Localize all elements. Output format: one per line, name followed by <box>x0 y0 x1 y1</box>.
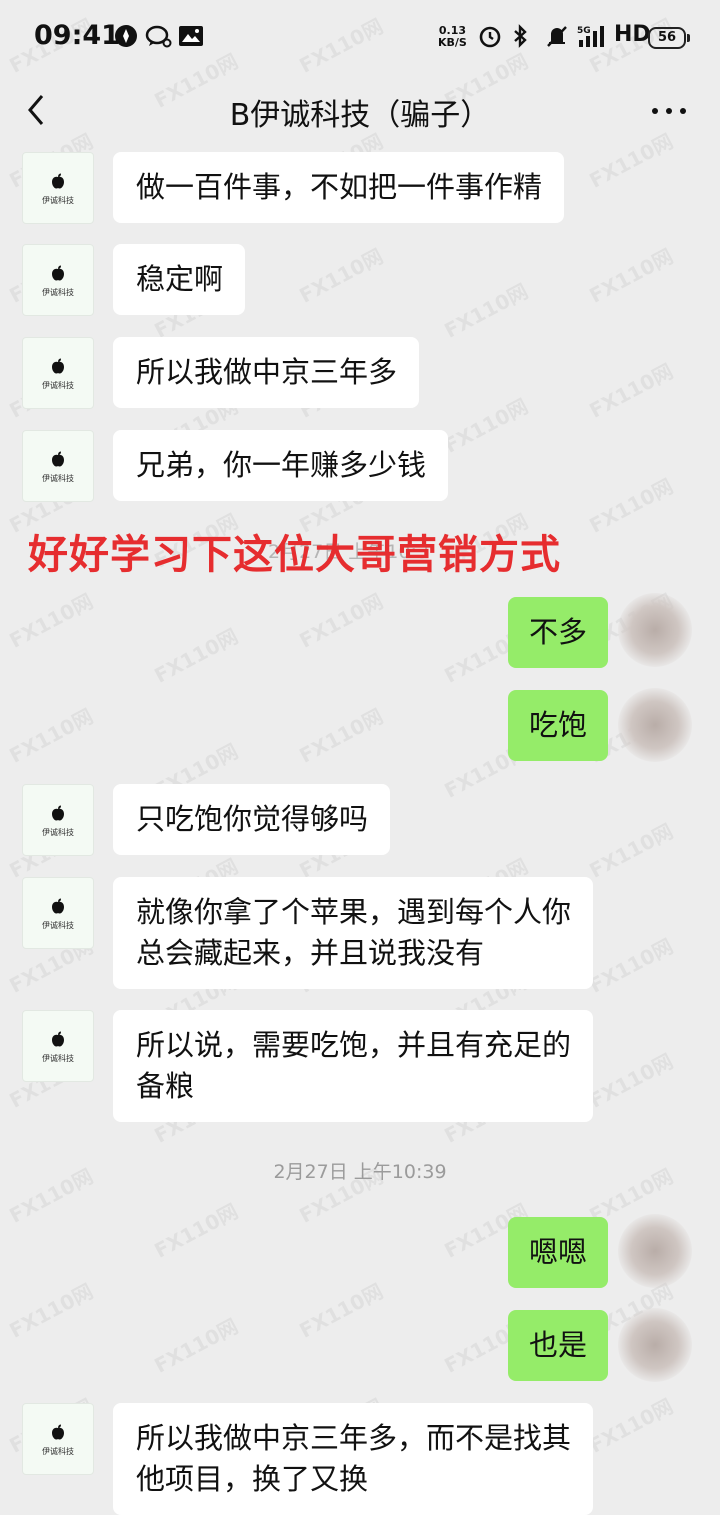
watermark: FX110网 <box>5 588 97 653</box>
watermark: FX110网 <box>295 703 387 768</box>
my-message-bubble[interactable]: 不多 <box>507 597 608 668</box>
message-bubble[interactable]: 兄弟，你一年赚多少钱 <box>113 430 449 501</box>
apple-logo-icon <box>52 265 64 281</box>
watermark: FX110网 <box>295 588 387 653</box>
avatar-label: 伊诚科技 <box>42 921 74 930</box>
alarm-icon <box>479 26 501 48</box>
contact-avatar[interactable]: 伊诚科技 <box>22 244 94 316</box>
apple-logo-icon <box>52 1424 64 1440</box>
apple-logo-icon <box>52 173 64 189</box>
watermark: FX110网 <box>440 278 532 343</box>
avatar-label: 伊诚科技 <box>42 474 74 483</box>
mute-icon <box>547 26 567 47</box>
watermark: FX110网 <box>5 1278 97 1343</box>
contact-avatar[interactable]: 伊诚科技 <box>22 152 94 224</box>
my-message-bubble[interactable]: 也是 <box>507 1310 608 1381</box>
chat-header: B伊诚科技（骗子） <box>0 76 720 142</box>
avatar-label: 伊诚科技 <box>42 1447 74 1456</box>
watermark: FX110网 <box>585 1393 677 1458</box>
message-bubble[interactable]: 所以我做中京三年多，而不是找其 他项目，换了又换 <box>113 1403 594 1515</box>
bluetooth-icon <box>514 24 527 48</box>
watermark: FX110网 <box>5 703 97 768</box>
my-avatar-blurred[interactable] <box>618 1214 692 1288</box>
contact-avatar[interactable]: 伊诚科技 <box>22 430 94 502</box>
watermark: FX110网 <box>585 473 677 538</box>
contact-avatar[interactable]: 伊诚科技 <box>22 784 94 856</box>
network-speed: 0.13 KB/S <box>438 24 467 49</box>
compass-icon <box>115 25 137 47</box>
battery-indicator: 56 <box>648 27 690 49</box>
avatar-label: 伊诚科技 <box>42 196 74 205</box>
contact-avatar[interactable]: 伊诚科技 <box>22 1403 94 1475</box>
watermark: FX110网 <box>150 623 242 688</box>
message-bubble[interactable]: 做一百件事，不如把一件事作精 <box>113 152 565 223</box>
contact-avatar[interactable]: 伊诚科技 <box>22 1010 94 1082</box>
watermark: FX110网 <box>585 818 677 883</box>
watermark: FX110网 <box>150 1198 242 1263</box>
watermark: FX110网 <box>295 243 387 308</box>
apple-logo-icon <box>52 1031 64 1047</box>
apple-logo-icon <box>52 451 64 467</box>
watermark: FX110网 <box>150 1313 242 1378</box>
watermark: FX110网 <box>585 1048 677 1113</box>
status-bar: 09:41 0.13 KB/S 5G HD 56 <box>0 0 720 76</box>
message-bubble[interactable]: 就像你拿了个苹果，遇到每个人你 总会藏起来，并且说我没有 <box>113 877 594 989</box>
message-bubble[interactable]: 只吃饱你觉得够吗 <box>113 784 391 855</box>
my-message-bubble[interactable]: 吃饱 <box>507 690 608 761</box>
watermark: FX110网 <box>295 1278 387 1343</box>
apple-logo-icon <box>52 358 64 374</box>
message-bubble[interactable]: 稳定啊 <box>113 244 246 315</box>
my-avatar-blurred[interactable] <box>618 688 692 762</box>
contact-avatar[interactable]: 伊诚科技 <box>22 877 94 949</box>
apple-logo-icon <box>52 805 64 821</box>
signal-icon: 5G <box>577 26 604 47</box>
message-bubble[interactable]: 所以说，需要吃饱，并且有充足的 备粮 <box>113 1010 594 1122</box>
contact-avatar[interactable]: 伊诚科技 <box>22 337 94 409</box>
watermark: FX110网 <box>585 243 677 308</box>
my-message-bubble[interactable]: 嗯嗯 <box>507 1217 608 1288</box>
my-avatar-blurred[interactable] <box>618 1308 692 1382</box>
chat-title: B伊诚科技（骗子） <box>229 98 491 133</box>
image-icon <box>179 26 203 46</box>
avatar-label: 伊诚科技 <box>42 381 74 390</box>
watermark: FX110网 <box>440 393 532 458</box>
overlay-caption: 好好学习下这位大哥营销方式 <box>28 532 561 578</box>
apple-logo-icon <box>52 898 64 914</box>
avatar-label: 伊诚科技 <box>42 828 74 837</box>
chat-bubble-icon <box>145 25 172 48</box>
svg-text:5G: 5G <box>577 26 591 36</box>
watermark: FX110网 <box>585 358 677 423</box>
watermark: FX110网 <box>585 933 677 998</box>
message-bubble[interactable]: 所以我做中京三年多 <box>113 337 420 408</box>
timestamp: 2月27日 上午10:39 <box>273 1161 447 1183</box>
status-time: 09:41 <box>34 20 120 51</box>
avatar-label: 伊诚科技 <box>42 288 74 297</box>
hd-indicator: HD <box>614 22 651 47</box>
avatar-label: 伊诚科技 <box>42 1054 74 1063</box>
more-options-icon[interactable] <box>650 106 690 116</box>
my-avatar-blurred[interactable] <box>618 593 692 667</box>
